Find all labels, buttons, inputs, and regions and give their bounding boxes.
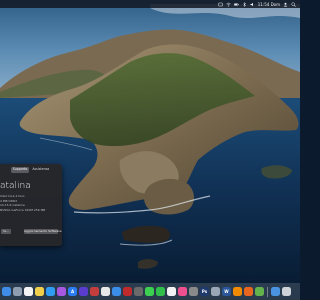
wifi-icon[interactable] [226,2,231,7]
user-icon[interactable] [283,2,288,7]
processor-spec: Intel Core 2 Duo [0,194,25,198]
photoshop-glyph: Ps [201,289,208,294]
filezilla-icon[interactable] [123,287,132,296]
finder-icon[interactable] [2,287,11,296]
preview-icon[interactable] [211,287,220,296]
facetime-icon[interactable] [156,287,165,296]
photos-icon[interactable] [167,287,176,296]
about-this-mac-window: Supporto Assistenza atalina Intel Core 2… [0,164,62,246]
launchpad-icon[interactable] [13,287,22,296]
bluetooth-icon[interactable] [242,1,247,7]
desktop-wallpaper [0,0,300,300]
dock-separator [267,286,268,297]
spotlight-icon[interactable] [291,1,296,7]
trash-icon[interactable] [282,287,291,296]
system-preferences-icon[interactable] [189,287,198,296]
grid-icon[interactable] [134,287,143,296]
battery-icon[interactable] [233,2,239,7]
maps-icon[interactable] [255,287,264,296]
window-tabs: Supporto Assistenza [0,167,62,173]
photo-booth-icon[interactable] [90,287,99,296]
safari-icon[interactable] [46,287,55,296]
tab-service[interactable]: Assistenza [30,167,51,173]
itunes-icon[interactable] [178,287,187,296]
messages-icon[interactable] [145,287,154,296]
os-name-title: atalina [0,181,31,191]
chrome-icon[interactable] [101,287,110,296]
control-icon[interactable] [218,2,223,7]
menubar-clock[interactable]: 11:54 Dom [258,2,280,7]
version-spec: 10.15.6 Catalina [0,203,25,207]
word-icon[interactable]: W [222,287,231,296]
system-report-button[interactable]: ts... [1,229,11,234]
photoshop-icon[interactable]: Ps [200,287,209,296]
tab-support[interactable]: Supporto [10,167,30,173]
vlc-icon[interactable] [233,287,242,296]
notes-icon[interactable] [35,287,44,296]
siri-icon[interactable] [79,287,88,296]
app-store-glyph: A [70,289,75,294]
mail-icon[interactable] [112,287,121,296]
word-glyph: W [224,289,229,294]
app-store-icon[interactable]: A [68,287,77,296]
calendar-icon[interactable] [24,287,33,296]
software-update-button[interactable]: Aggiornamento Software... [24,229,62,234]
downloads-icon[interactable] [271,287,280,296]
menu-bar: 11:54 Dom [0,0,300,8]
podcasts-icon[interactable] [57,287,66,296]
volume-icon[interactable] [250,2,255,7]
dock: A Ps W [0,283,300,300]
graphics-spec: NVIDIA GeForce 320M 256 MB [0,207,46,212]
firefox-icon[interactable] [244,287,253,296]
